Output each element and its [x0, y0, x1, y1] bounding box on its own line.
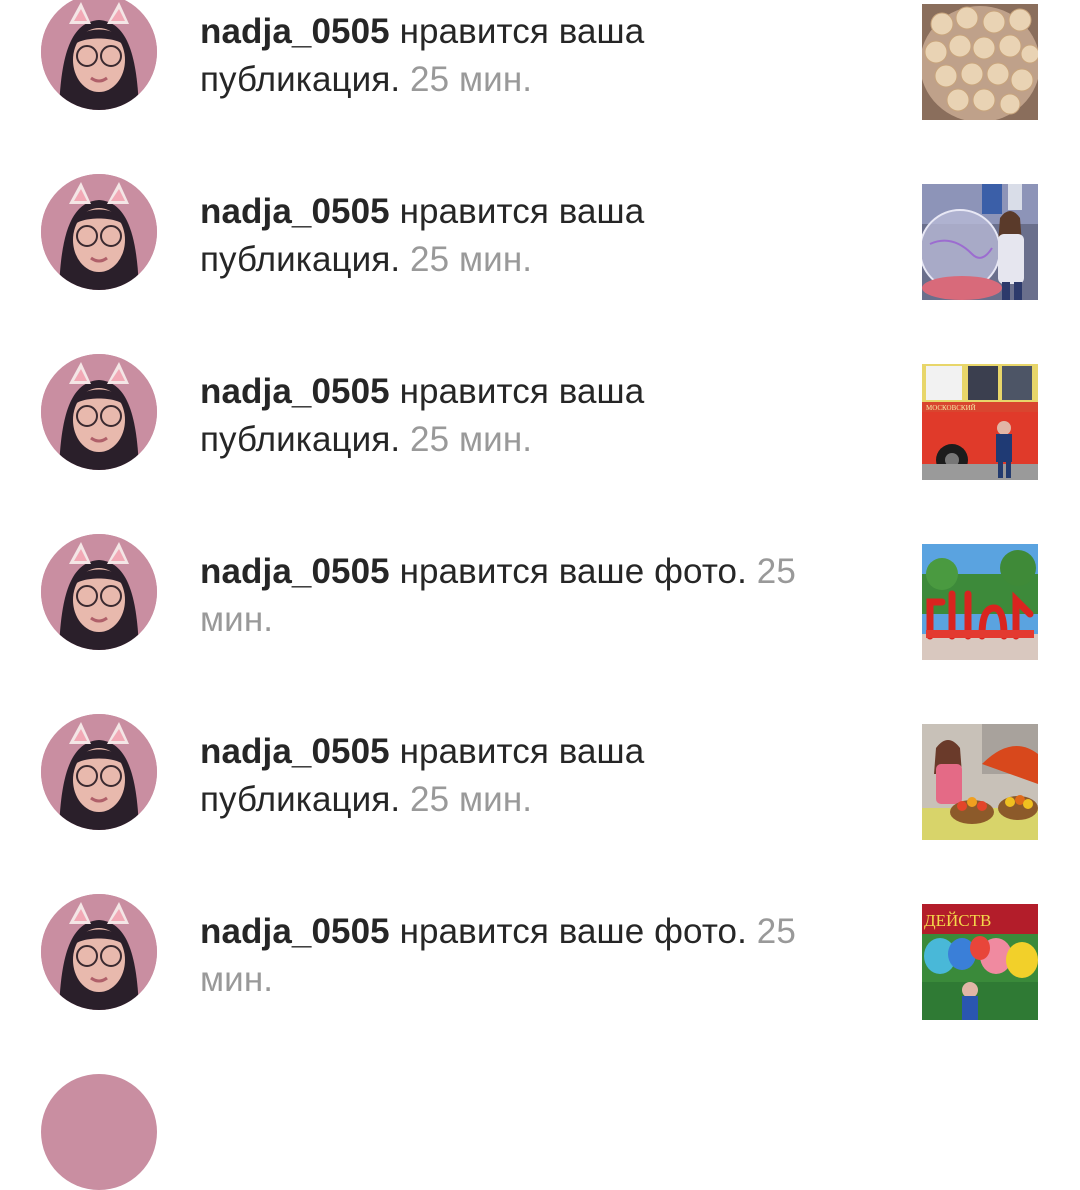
timestamp: 25 мин. — [410, 60, 533, 99]
avatar[interactable] — [41, 354, 157, 470]
avatar[interactable] — [41, 1074, 157, 1190]
action-text: нравится ваше фото. — [399, 552, 747, 591]
notification-row[interactable]: nadja_0505 нравится ваше фото. 25 мин. Д… — [0, 894, 1080, 1080]
notification-text: nadja_0505 нравится ваша публикация. 25 … — [200, 8, 840, 104]
avatar-image — [41, 714, 157, 830]
red-letters-sculpture-photo — [922, 544, 1038, 660]
girl-plasma-ball-photo — [922, 184, 1038, 300]
notification-text: nadja_0505 нравится ваше фото. 25 мин. — [200, 908, 840, 1004]
avatar-image — [41, 354, 157, 470]
post-thumbnail[interactable] — [922, 724, 1038, 840]
post-thumbnail[interactable] — [922, 4, 1038, 120]
notification-text: nadja_0505 нравится ваша публикация. 25 … — [200, 728, 840, 824]
username[interactable]: nadja_0505 — [200, 192, 390, 231]
notification-row[interactable]: nadja_0505 нравится ваша публикация. 25 … — [0, 354, 1080, 540]
notification-row[interactable]: nadja_0505 нравится ваша публикация. 25 … — [0, 0, 1080, 180]
girl-fruit-stand-photo — [922, 724, 1038, 840]
timestamp: 25 мин. — [410, 780, 533, 819]
avatar-image — [41, 0, 157, 110]
avatar-image — [41, 534, 157, 650]
notification-text: nadja_0505 нравится ваша публикация. 25 … — [200, 188, 840, 284]
username[interactable]: nadja_0505 — [200, 912, 390, 951]
post-thumbnail[interactable] — [922, 184, 1038, 300]
avatar[interactable] — [41, 894, 157, 1010]
bus-sign-text: МОСКОВСКИЙ — [926, 404, 976, 412]
username[interactable]: nadja_0505 — [200, 552, 390, 591]
timestamp: 25 мин. — [410, 240, 533, 279]
avatar[interactable] — [41, 714, 157, 830]
activity-feed: nadja_0505 нравится ваша публикация. 25 … — [0, 0, 1080, 1190]
avatar[interactable] — [41, 174, 157, 290]
notification-text: nadja_0505 нравится ваше фото. 25 мин. — [200, 548, 840, 644]
avatar[interactable] — [41, 0, 157, 110]
notification-row[interactable]: nadja_0505 нравится ваша публикация. 25 … — [0, 714, 1080, 900]
username[interactable]: nadja_0505 — [200, 372, 390, 411]
notification-row[interactable]: nadja_0505 нравится ваша публикация. 25 … — [0, 174, 1080, 360]
balloons-sign-text: ДЕЙСТВ — [924, 911, 991, 930]
post-thumbnail[interactable]: МОСКОВСКИЙ — [922, 364, 1038, 480]
username[interactable]: nadja_0505 — [200, 12, 390, 51]
balloons-photo: ДЕЙСТВ — [922, 904, 1038, 1020]
avatar-image — [41, 894, 157, 1010]
notification-text: nadja_0505 нравится ваша публикация. 25 … — [200, 368, 840, 464]
cookies-photo — [922, 4, 1038, 120]
timestamp: 25 мин. — [410, 420, 533, 459]
notification-row[interactable]: nadja_0505 нравится ваше фото. 25 мин. — [0, 534, 1080, 720]
post-thumbnail[interactable]: ДЕЙСТВ — [922, 904, 1038, 1020]
red-bus-photo: МОСКОВСКИЙ — [922, 364, 1038, 480]
avatar[interactable] — [41, 534, 157, 650]
action-text: нравится ваше фото. — [399, 912, 747, 951]
post-thumbnail[interactable] — [922, 544, 1038, 660]
username[interactable]: nadja_0505 — [200, 732, 390, 771]
avatar-image — [41, 174, 157, 290]
